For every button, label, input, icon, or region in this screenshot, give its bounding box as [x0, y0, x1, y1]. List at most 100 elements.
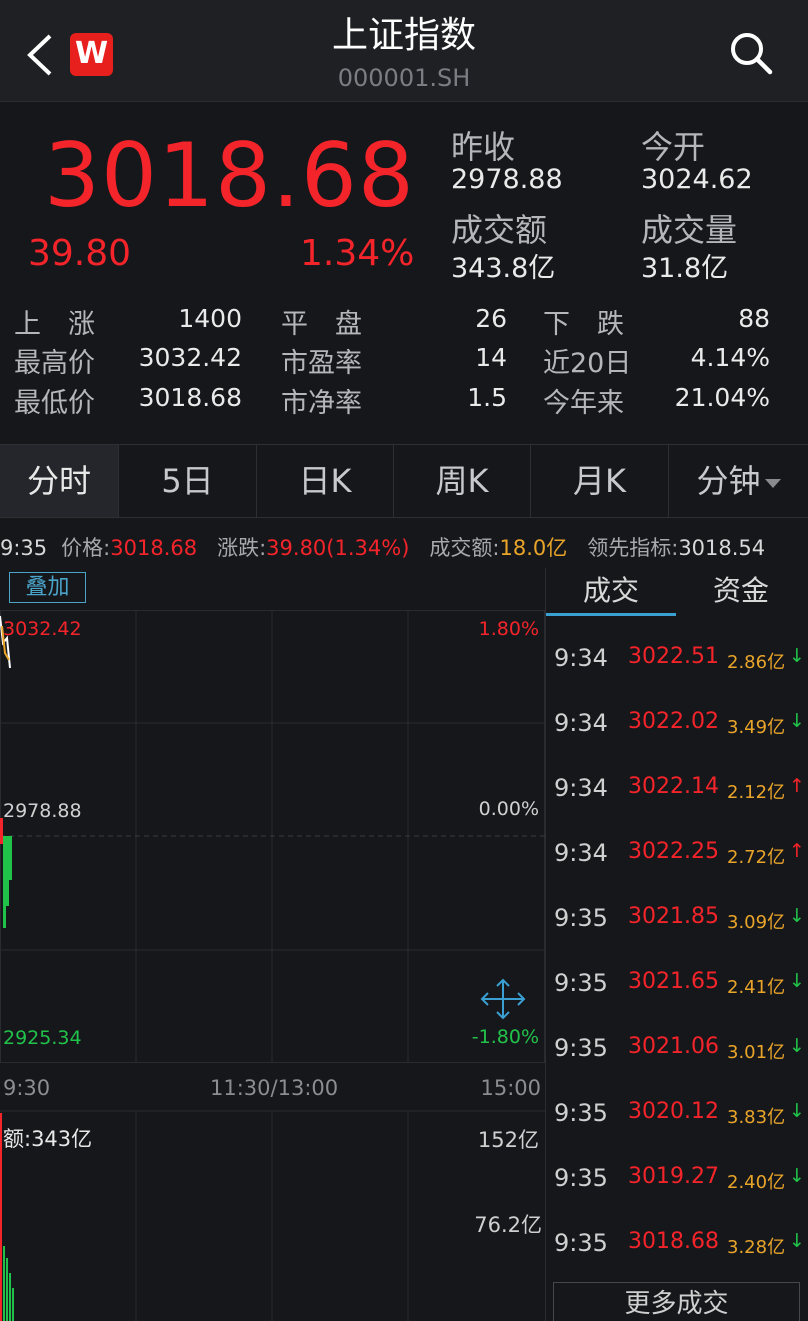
stat-high-label: 最高价	[14, 348, 95, 379]
panel-tabs: 成交 资金	[546, 568, 808, 616]
info-chg-label: 涨跌:	[217, 536, 267, 560]
trade-row: 9:34 3022.14 2.12亿 ↑	[546, 774, 808, 814]
x-axis-mid: 11:30/13:00	[210, 1076, 339, 1100]
price-change-pct: 1.34%	[300, 233, 415, 274]
fullscreen-icon	[480, 978, 526, 1020]
info-lead: 3018.54	[678, 536, 766, 560]
page-title: 上证指数	[331, 15, 476, 56]
y-axis-bottom-price: 2925.34	[3, 1027, 82, 1049]
tab-trades[interactable]: 成交	[546, 568, 676, 616]
stat-low-label: 最低价	[14, 388, 95, 419]
trade-row: 9:35 3018.68 3.28亿 ↓	[546, 1229, 808, 1269]
turnover-label: 成交额	[451, 211, 548, 249]
tab-capital-flow[interactable]: 资金	[676, 568, 806, 616]
stat-pe-value: 14	[475, 343, 507, 372]
volume-axis-top: 152亿	[477, 1128, 539, 1152]
arrow-down-icon: ↓	[789, 1100, 805, 1122]
arrow-down-icon: ↓	[789, 645, 805, 667]
price-change: 39.80	[28, 233, 132, 274]
trade-amount: 3.01亿	[727, 1042, 786, 1063]
stat-flat-label: 平 盘	[281, 309, 362, 340]
trade-amount: 2.86亿	[727, 652, 786, 673]
trade-price: 3022.14	[628, 774, 719, 799]
trade-amount: 2.40亿	[727, 1172, 786, 1193]
y-axis-mid-pct: 0.00%	[478, 798, 539, 820]
turnover-value: 343.8亿	[451, 253, 556, 284]
info-price-label: 价格:	[61, 536, 111, 560]
stat-flat-value: 26	[475, 304, 507, 333]
trade-row: 9:35 3019.27 2.40亿 ↓	[546, 1164, 808, 1204]
trade-row: 9:35 3020.12 3.83亿 ↓	[546, 1099, 808, 1139]
trade-amount: 2.12亿	[727, 782, 786, 803]
trade-price: 3022.02	[628, 709, 719, 734]
stat-up-label: 上 涨	[14, 309, 95, 340]
stock-code: 000001.SH	[337, 64, 471, 92]
stat-up-value: 1400	[178, 304, 242, 333]
tab-intraday[interactable]: 分时	[0, 445, 119, 517]
intraday-chart[interactable]: 3032.42 1.80% 2978.88 0.00% 2925.34 -1.8…	[0, 568, 545, 1321]
trade-price: 3021.65	[628, 969, 719, 994]
stat-ytd-value: 21.04%	[674, 383, 770, 412]
open-label: 今开	[641, 128, 706, 166]
stat-ytd-label: 今年来	[543, 388, 624, 419]
tab-monthly-k[interactable]: 月K	[531, 445, 669, 517]
x-axis-end: 15:00	[480, 1076, 541, 1100]
info-amt: 18.0亿	[499, 536, 568, 560]
tab-weekly-k[interactable]: 周K	[394, 445, 531, 517]
trade-time: 9:34	[554, 709, 608, 737]
arrow-down-icon: ↓	[789, 905, 805, 927]
arrow-down-icon: ↓	[789, 1230, 805, 1252]
tab-daily-k[interactable]: 日K	[257, 445, 394, 517]
open-value: 3024.62	[641, 164, 753, 195]
overlay-button[interactable]: 叠加	[9, 572, 86, 603]
trade-price: 3019.27	[628, 1164, 719, 1189]
trade-time: 9:34	[554, 839, 608, 867]
trade-time: 9:35	[554, 1099, 608, 1127]
more-trades-button[interactable]: 更多成交	[553, 1282, 800, 1321]
trade-row: 9:34 3022.25 2.72亿 ↑	[546, 839, 808, 879]
tab-5day[interactable]: 5日	[119, 445, 257, 517]
arrow-down-icon: ↓	[789, 970, 805, 992]
search-icon[interactable]	[728, 30, 774, 76]
trade-amount: 3.28亿	[727, 1237, 786, 1258]
trade-row: 9:34 3022.02 3.49亿 ↓	[546, 709, 808, 749]
arrow-down-icon: ↓	[789, 1165, 805, 1187]
info-amt-label: 成交额:	[429, 536, 500, 560]
stat-down-label: 下 跌	[543, 309, 624, 340]
trade-row: 9:35 3021.06 3.01亿 ↓	[546, 1034, 808, 1074]
trade-amount: 2.41亿	[727, 977, 786, 998]
info-price: 3018.68	[110, 536, 198, 560]
stat-low-value: 3018.68	[138, 383, 242, 412]
stat-pe-label: 市盈率	[281, 348, 362, 379]
trade-price: 3022.25	[628, 839, 719, 864]
trade-time: 9:35	[554, 904, 608, 932]
trade-row: 9:34 3022.51 2.86亿 ↓	[546, 644, 808, 684]
trade-amount: 3.09亿	[727, 912, 786, 933]
trade-amount: 3.49亿	[727, 717, 786, 738]
trade-price: 3021.85	[628, 904, 719, 929]
trade-time: 9:35	[554, 1164, 608, 1192]
arrow-down-icon: ↓	[789, 1035, 805, 1057]
trade-amount: 3.83亿	[727, 1107, 786, 1128]
current-price: 3018.68	[44, 124, 415, 227]
trade-time: 9:35	[554, 969, 608, 997]
stat-down-value: 88	[738, 304, 770, 333]
trade-price: 3020.12	[628, 1099, 719, 1124]
y-axis-mid-price: 2978.88	[3, 800, 82, 822]
trade-time: 9:34	[554, 644, 608, 672]
stat-high-value: 3032.42	[138, 343, 242, 372]
trades-panel: 成交 资金 9:34 3022.51 2.86亿 ↓ 9:34 3022.02 3.49亿 ↓…	[545, 568, 808, 1321]
dropdown-caret-icon	[764, 478, 781, 488]
y-axis-top-pct: 1.80%	[478, 618, 539, 640]
volume-axis-mid: 76.2亿	[474, 1213, 542, 1237]
tab-minute[interactable]: 分钟	[669, 445, 808, 517]
trade-price: 3018.68	[628, 1229, 719, 1254]
trade-time: 9:34	[554, 774, 608, 802]
x-axis-start: 9:30	[3, 1076, 51, 1100]
stat-pb-value: 1.5	[467, 383, 507, 412]
volume-value: 31.8亿	[641, 253, 729, 284]
trade-time: 9:35	[554, 1229, 608, 1257]
trade-amount: 2.72亿	[727, 847, 786, 868]
chart-canvas	[0, 610, 545, 1321]
trade-price: 3022.51	[628, 644, 719, 669]
